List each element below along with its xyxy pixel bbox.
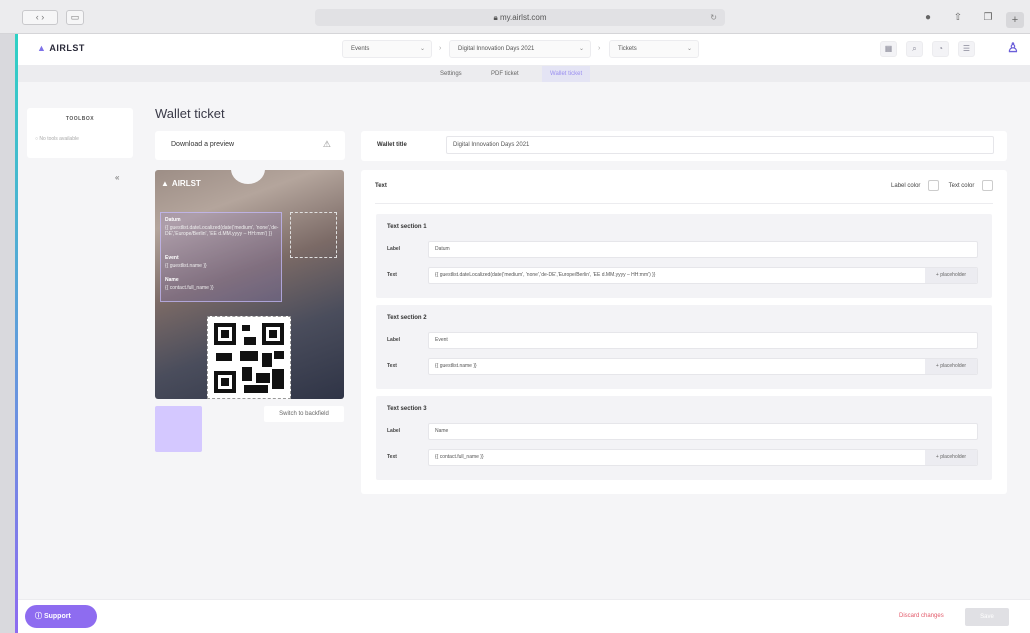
text-panel-heading: Text: [375, 183, 387, 189]
breadcrumb-separator-icon: ›: [598, 45, 601, 52]
logo-mark-icon: ▲: [37, 43, 47, 53]
row-label: Text: [387, 454, 397, 460]
toolbox-empty-row: ○ No tools available: [35, 136, 79, 142]
wallet-title-card: Wallet title Digital Innovation Days 202…: [361, 131, 1007, 161]
ticket-logo: ▲ AIRLST: [161, 179, 201, 188]
ticket-field-value: {{ contact.full_name }}: [165, 285, 214, 291]
ticket-field-label: Datum: [165, 217, 181, 223]
chevron-down-icon: ⌄: [686, 46, 692, 52]
download-icon[interactable]: ●: [920, 10, 936, 25]
grid-icon[interactable]: ▦: [880, 41, 897, 57]
browser-toolbar: ‹ › ▭ 🔒︎ my.airlst.com ↻ ● ⇧ ❐ +: [0, 0, 1030, 34]
ticket-field-label: Name: [165, 277, 179, 283]
bell-icon[interactable]: ◔: [932, 41, 949, 57]
page-title: Wallet ticket: [155, 106, 225, 121]
new-tab-button[interactable]: +: [1006, 12, 1024, 28]
footer-bar: ⓘ Support Discard changes Save: [15, 599, 1030, 633]
wallet-ticket-preview: ▲ AIRLST Datum {{ guestlist.dateLocalized…: [155, 170, 344, 399]
tickets-select[interactable]: Tickets ⌄: [609, 40, 699, 58]
section-label-input[interactable]: Name: [428, 423, 978, 440]
text-section-title: Text section 3: [387, 406, 427, 412]
warning-icon: ⚠: [322, 139, 331, 149]
text-panel: Text Label color Text color Text section…: [361, 170, 1007, 494]
row-label: Text: [387, 272, 397, 278]
ticket-field-value: {{ guestlist.name }}: [165, 263, 207, 269]
ticket-field-value: {{ guestlist.dateLocalized(date('medium'…: [165, 225, 279, 237]
row-label: Label: [387, 428, 401, 434]
logo-mark-icon: ▲: [161, 179, 169, 188]
color-pickers: Label color Text color: [891, 180, 993, 191]
divider: [375, 203, 993, 204]
backfield-color-swatch[interactable]: [155, 406, 202, 452]
row-label: Label: [387, 246, 401, 252]
tab-settings[interactable]: Settings: [432, 66, 470, 82]
add-placeholder-button[interactable]: + placeholder: [925, 359, 977, 374]
discard-changes-link[interactable]: Discard changes: [899, 613, 944, 619]
section-text-input[interactable]: {{ contact.full_name }} + placeholder: [428, 449, 978, 466]
row-label: Label: [387, 337, 401, 343]
text-section: Text section 3 Label Name Text {{ contac…: [376, 396, 992, 480]
tab-wallet-ticket[interactable]: Wallet ticket: [542, 66, 591, 82]
image-dropzone[interactable]: [290, 212, 337, 258]
text-color-swatch[interactable]: [982, 180, 993, 191]
download-preview-button[interactable]: Download a preview ⚠: [155, 131, 345, 160]
ticket-field-label: Event: [165, 255, 179, 261]
text-section: Text section 2 Label Event Text {{ guest…: [376, 305, 992, 389]
ticket-tabs: Settings PDF ticket Wallet ticket: [15, 66, 1030, 82]
app-header: ▲ AIRLST Events ⌄ › Digital Innovation Day…: [15, 34, 1030, 66]
breadcrumb-separator-icon: ›: [439, 45, 442, 52]
wallet-title-input[interactable]: Digital Innovation Days 2021: [446, 136, 994, 154]
tabs-icon[interactable]: ❐: [980, 10, 996, 25]
reload-icon[interactable]: ↻: [710, 9, 717, 26]
airlst-logo[interactable]: ▲ AIRLST: [37, 43, 85, 53]
lock-icon: 🔒︎: [493, 13, 498, 22]
back-forward-buttons[interactable]: ‹ ›: [22, 10, 58, 25]
share-icon[interactable]: ⇧: [950, 10, 966, 25]
wallet-title-label: Wallet title: [377, 142, 407, 148]
menu-icon[interactable]: ☰: [958, 41, 975, 57]
section-text-input[interactable]: {{ guestlist.name }} + placeholder: [428, 358, 978, 375]
search-icon[interactable]: ⌕: [906, 41, 923, 57]
chevron-down-icon: ⌄: [419, 46, 425, 52]
add-placeholder-button[interactable]: + placeholder: [925, 450, 977, 465]
help-icon: ⓘ: [35, 613, 42, 620]
screen-edge: [0, 34, 15, 633]
chevron-down-icon: ⌄: [578, 46, 584, 52]
label-color-swatch[interactable]: [928, 180, 940, 191]
support-button[interactable]: ⓘ Support: [25, 605, 97, 628]
text-section-title: Text section 2: [387, 315, 427, 321]
ticket-notch: [231, 170, 265, 184]
switch-to-backfield-button[interactable]: Switch to backfield: [264, 406, 344, 422]
text-section: Text section 1 Label Datum Text {{ guest…: [376, 214, 992, 298]
download-preview-label: Download a preview: [171, 141, 235, 148]
text-section-title: Text section 1: [387, 224, 427, 230]
events-select[interactable]: Events ⌄: [342, 40, 432, 58]
info-icon: ○: [35, 136, 39, 142]
sidebar-toggle-button[interactable]: ▭: [66, 10, 84, 25]
tab-pdf-ticket[interactable]: PDF ticket: [483, 66, 527, 82]
add-placeholder-button[interactable]: + placeholder: [925, 268, 977, 283]
label-color-label: Label color: [891, 183, 921, 190]
toolbox-panel: TOOLBOX ○ No tools available: [27, 108, 133, 158]
ticket-fields-area[interactable]: Datum {{ guestlist.dateLocalized(date('m…: [160, 212, 282, 302]
section-label-input[interactable]: Event: [428, 332, 978, 349]
save-button[interactable]: Save: [965, 608, 1009, 626]
toolbox-title: TOOLBOX: [65, 116, 95, 122]
collapse-sidebar-icon[interactable]: «: [115, 173, 119, 182]
app-accent-line: [15, 34, 18, 633]
text-color-label: Text color: [948, 183, 975, 190]
row-label: Text: [387, 363, 397, 369]
qr-code: [207, 316, 291, 399]
url-text: my.airlst.com: [499, 13, 547, 22]
section-label-input[interactable]: Datum: [428, 241, 978, 258]
user-avatar[interactable]: ♙: [1006, 40, 1020, 58]
app-window: ▲ AIRLST Events ⌄ › Digital Innovation Day…: [15, 34, 1030, 633]
section-text-input[interactable]: {{ guestlist.dateLocalized(date('medium'…: [428, 267, 978, 284]
address-bar[interactable]: 🔒︎ my.airlst.com ↻: [315, 9, 725, 26]
event-select[interactable]: Digital Innovation Days 2021 ⌄: [449, 40, 591, 58]
